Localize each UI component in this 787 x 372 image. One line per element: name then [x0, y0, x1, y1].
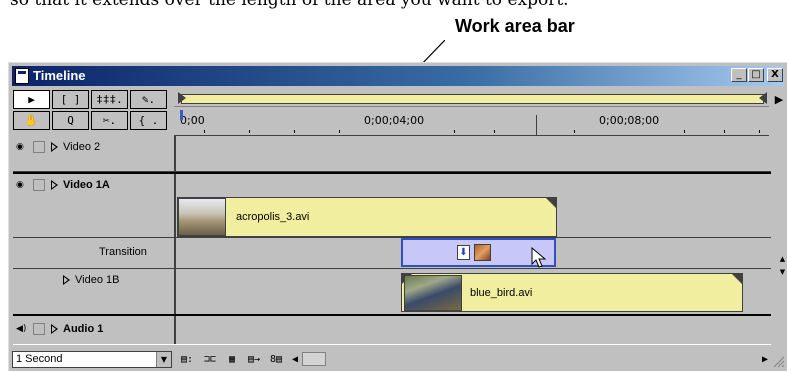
clip-end-marker — [546, 198, 556, 208]
ruler-tick — [339, 130, 340, 133]
track-name: Video 1A — [63, 179, 110, 191]
expand-triangle-icon[interactable] — [51, 142, 58, 152]
transition-direction-icon[interactable]: ⬇ — [457, 245, 470, 260]
track-options-icon[interactable]: ▤: — [177, 353, 197, 366]
track-name: Transition — [99, 246, 147, 258]
track-header-video-1a[interactable]: ◉ Video 1A — [13, 174, 174, 219]
maximize-button[interactable]: □ — [748, 68, 764, 82]
fade-adjust-tool[interactable]: ✎. — [130, 90, 167, 109]
track-area-footer — [13, 344, 771, 350]
track-name: Video 1B — [75, 274, 120, 286]
track-lane-audio-1[interactable] — [177, 318, 769, 342]
track-divider — [13, 237, 771, 238]
track-name: Video 2 — [63, 141, 101, 153]
header-divider — [174, 135, 176, 350]
ruler-tick — [294, 130, 295, 133]
timeline-menu-button[interactable]: ▶ — [771, 91, 787, 109]
clip-end-marker — [732, 274, 742, 284]
track-header-video-2[interactable]: ◉ Video 2 — [13, 136, 174, 171]
edit-line-marker[interactable] — [180, 110, 183, 120]
track-header-video-1b[interactable]: Video 1B — [13, 269, 174, 313]
ruler-tick — [574, 130, 575, 133]
ruler-label-8s: 0;00;08;00 — [599, 114, 660, 127]
clip-thumbnail — [178, 198, 226, 236]
track-header-audio-1[interactable]: ◀) Audio 1 — [13, 318, 174, 342]
zoom-tool[interactable]: Q — [52, 111, 89, 130]
in-out-point-tool[interactable]: { . — [130, 111, 167, 130]
minimize-button[interactable]: _ — [731, 68, 747, 82]
ruler-label-start: 0;00 — [180, 114, 205, 127]
vertical-scroll-down[interactable]: ▼ — [778, 268, 787, 277]
speaker-icon[interactable]: ◀) — [16, 324, 28, 334]
mouse-cursor-icon — [531, 247, 547, 268]
ruler-label-4s: 0;00;04;00 — [364, 114, 425, 127]
ruler-tick — [249, 130, 250, 133]
transition-icon — [474, 244, 491, 261]
scroll-left-icon[interactable]: ◀ — [288, 353, 302, 366]
track-divider — [13, 314, 771, 316]
rolling-edit-tool[interactable]: ‡‡‡. — [91, 90, 128, 109]
chevron-down-icon[interactable]: ▼ — [156, 352, 171, 367]
title-bar[interactable]: Timeline _ □ X — [12, 66, 784, 86]
work-area-in-marker[interactable] — [178, 92, 186, 104]
lock-toggle[interactable] — [33, 323, 45, 335]
lock-toggle[interactable] — [33, 179, 45, 191]
ruler-tick — [454, 130, 455, 133]
time-unit-select[interactable]: 1 Second ▼ — [12, 351, 172, 368]
eye-icon[interactable]: ◉ — [16, 142, 28, 152]
caption-fragment: so that it extends over the length of th… — [0, 0, 787, 14]
ruler-tick — [759, 130, 760, 133]
track-header-transition[interactable]: Transition — [13, 238, 174, 268]
track-lane-video-2[interactable] — [177, 136, 769, 171]
ruler-tick — [204, 130, 205, 133]
track-format-icon[interactable]: ▤→ — [244, 353, 264, 366]
window-title: Timeline — [33, 68, 86, 83]
timeline-window: Timeline _ □ X ▶ [ ] ‡‡‡. ✎. ✋ Q ✂. { . … — [8, 62, 787, 371]
track-name: Audio 1 — [63, 323, 104, 335]
caption-text: so that it extends over the length of th… — [10, 0, 569, 10]
horizontal-scroll-thumb[interactable] — [302, 352, 326, 366]
eye-icon[interactable]: ◉ — [16, 180, 28, 190]
ruler-tick — [724, 130, 725, 133]
range-select-tool[interactable]: [ ] — [52, 90, 89, 109]
clip-name: acropolis_3.avi — [236, 211, 310, 223]
toolbox: ▶ [ ] ‡‡‡. ✎. ✋ Q ✂. { . — [13, 90, 173, 134]
clip-acropolis[interactable]: acropolis_3.avi — [177, 197, 557, 237]
expand-triangle-icon[interactable] — [63, 275, 70, 285]
shift-icon[interactable]: 8▤ — [266, 353, 286, 366]
clip-thumbnail — [404, 275, 462, 311]
track-divider — [13, 268, 771, 269]
clip-blue-bird[interactable]: blue_bird.avi — [401, 273, 743, 312]
clip-name: blue_bird.avi — [470, 287, 533, 299]
expand-triangle-icon[interactable] — [51, 324, 58, 334]
close-button[interactable]: X — [767, 68, 783, 82]
razor-tool[interactable]: ✂. — [91, 111, 128, 130]
time-ruler[interactable]: 0;00 0;00;04;00 0;00;08;00 — [174, 108, 769, 136]
lock-toggle[interactable] — [33, 141, 45, 153]
selection-tool[interactable]: ▶ — [13, 90, 50, 109]
scroll-right-icon[interactable]: ▶ — [758, 353, 772, 366]
ruler-tick — [494, 130, 495, 133]
vertical-scroll-up[interactable]: ▲ — [778, 255, 787, 264]
ruler-major-tick — [536, 115, 537, 135]
expand-triangle-icon[interactable] — [51, 180, 58, 190]
timeline-window-icon — [15, 68, 29, 84]
toggle-edge-icon[interactable]: ▦ — [222, 353, 242, 366]
work-area-bar[interactable] — [181, 94, 764, 104]
snap-icon[interactable]: ⊐⊏ — [200, 353, 220, 366]
track-divider — [13, 172, 771, 174]
work-area-out-marker[interactable] — [759, 92, 767, 104]
resize-grip-icon[interactable] — [773, 356, 785, 368]
ruler-tick — [684, 130, 685, 133]
grip-line — [781, 364, 785, 368]
time-unit-value: 1 Second — [16, 353, 63, 365]
callout-label: Work area bar — [455, 16, 575, 36]
hand-tool[interactable]: ✋ — [13, 111, 50, 130]
